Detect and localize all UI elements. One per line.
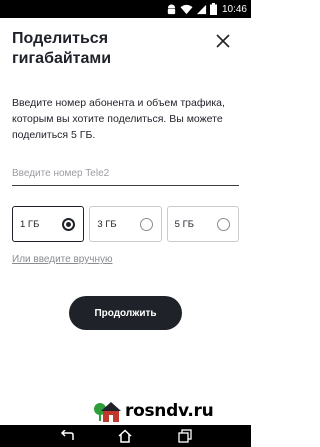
home-icon (118, 429, 132, 443)
option-label: 1 ГБ (20, 218, 40, 230)
option-label: 5 ГБ (174, 218, 194, 230)
page-title: Поделиться гигабайтами (12, 30, 112, 67)
option-label: 3 ГБ (97, 218, 117, 230)
description-text: Введите номер абонента и объем трафика, … (12, 97, 225, 141)
watermark-text: rosndv.ru (125, 401, 214, 421)
option-5gb[interactable]: 5 ГБ (166, 206, 239, 242)
android-icon (167, 3, 176, 14)
home-button[interactable] (114, 428, 136, 444)
option-1gb[interactable]: 1 ГБ (12, 206, 85, 242)
radio-unchecked-icon[interactable] (139, 218, 153, 231)
back-button[interactable] (56, 428, 78, 444)
manual-entry-link[interactable]: Или введите вручную (12, 254, 112, 265)
recent-apps-button[interactable] (174, 428, 196, 444)
watermark: rosndv.ru (92, 398, 248, 424)
traffic-options: 1 ГБ 3 ГБ 5 ГБ (12, 206, 239, 242)
status-bar: 10:46 (0, 0, 251, 18)
close-icon (216, 34, 230, 48)
signal-icon (196, 4, 207, 14)
phone-number-input[interactable] (12, 162, 239, 186)
option-3gb[interactable]: 3 ГБ (89, 206, 162, 242)
battery-icon (209, 3, 217, 15)
status-icons: 10:46 (166, 2, 247, 16)
recent-apps-icon (178, 429, 192, 443)
back-icon (60, 430, 74, 440)
navigation-bar (0, 425, 251, 447)
close-button[interactable] (212, 30, 234, 52)
radio-unchecked-icon[interactable] (216, 218, 230, 231)
house-logo-icon (94, 402, 121, 422)
wifi-icon (180, 4, 193, 14)
status-time: 10:46 (221, 3, 247, 15)
radio-checked-icon[interactable] (62, 218, 76, 231)
continue-button[interactable]: Продолжить (69, 296, 182, 330)
